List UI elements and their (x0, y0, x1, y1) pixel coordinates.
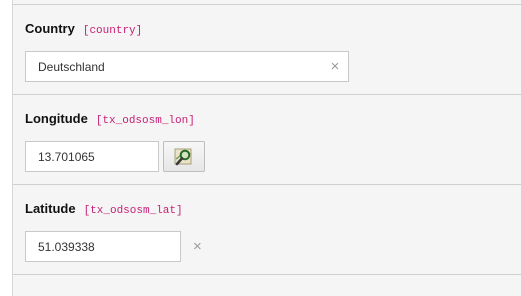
latitude-clear-button[interactable]: × (193, 232, 202, 261)
country-label: Country (25, 21, 75, 36)
longitude-field-key: [tx_odsosm_lon] (95, 115, 195, 127)
longitude-input-wrapper: × (25, 141, 202, 172)
latitude-field-key: [tx_odsosm_lat] (83, 205, 183, 217)
country-section: Country [country] × (13, 5, 521, 95)
longitude-section: Longitude [tx_odsosm_lon] × (13, 95, 521, 185)
country-input[interactable] (26, 52, 322, 81)
latitude-section: Latitude [tx_odsosm_lat] × (13, 185, 521, 275)
close-icon: × (330, 58, 340, 75)
form-panel: Country [country] × Longitude [tx_odsosm… (12, 0, 521, 296)
close-icon: × (193, 238, 202, 255)
map-search-button[interactable] (163, 141, 205, 172)
latitude-label: Latitude (25, 201, 76, 216)
latitude-input[interactable] (26, 232, 193, 261)
country-label-row: Country [country] (25, 21, 142, 39)
country-clear-button[interactable]: × (322, 52, 348, 81)
latitude-label-row: Latitude [tx_odsosm_lat] (25, 201, 183, 219)
longitude-label: Longitude (25, 111, 88, 126)
country-field-key: [country] (82, 25, 143, 37)
map-search-icon (174, 148, 192, 165)
longitude-label-row: Longitude [tx_odsosm_lon] (25, 111, 195, 129)
country-input-wrapper: × (25, 51, 349, 82)
latitude-input-wrapper: × (25, 231, 202, 262)
